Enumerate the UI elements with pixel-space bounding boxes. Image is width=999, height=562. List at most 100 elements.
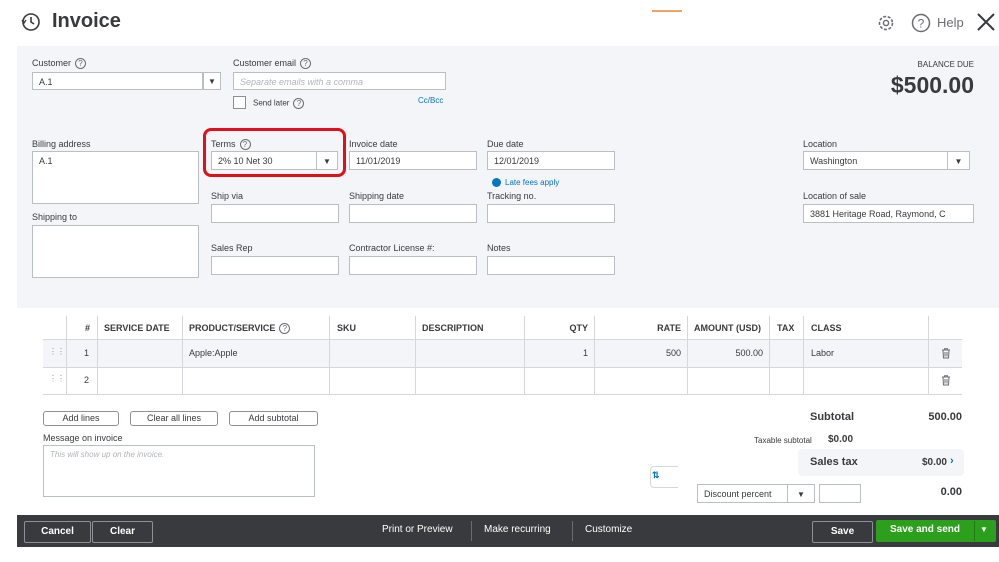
chevron-down-icon: ▼ — [954, 157, 963, 166]
chevron-down-icon: ▼ — [208, 77, 216, 86]
header-bar: Invoice ? Help — [0, 0, 999, 46]
customer-label: Customer? — [32, 58, 87, 70]
row-qty[interactable]: 1 — [524, 348, 588, 358]
progress-indicator — [652, 10, 682, 12]
customer-email-input[interactable]: Separate emails with a comma — [233, 72, 446, 90]
ship-via-input[interactable] — [211, 204, 339, 223]
notes-label: Notes — [487, 243, 511, 253]
gear-icon[interactable] — [876, 13, 896, 33]
column-divider — [803, 316, 804, 394]
col-header-amount: AMOUNT (USD) — [694, 323, 761, 333]
customer-select[interactable]: A.1 — [32, 72, 203, 90]
discount-value-input[interactable] — [819, 484, 861, 503]
col-header-service-date: SERVICE DATE — [104, 323, 170, 333]
col-header-tax: TAX — [777, 323, 795, 333]
discount-type-select[interactable]: Discount percent — [697, 484, 788, 503]
customer-email-label: Customer email? — [233, 58, 312, 70]
info-icon — [492, 178, 501, 187]
table-bottom-divider — [43, 394, 962, 395]
swap-order-icon[interactable]: ⇅ — [652, 470, 660, 481]
help-icon[interactable]: ? — [279, 323, 291, 335]
page-title: Invoice — [52, 10, 121, 32]
sales-tax-label: Sales tax — [810, 456, 858, 468]
col-header-num: # — [85, 323, 91, 333]
column-divider — [97, 316, 98, 394]
balance-due-amount: $500.00 — [890, 72, 974, 98]
recent-transactions-icon[interactable] — [20, 11, 42, 33]
add-lines-button[interactable]: Add lines — [43, 411, 119, 426]
help-label[interactable]: Help — [937, 15, 964, 30]
location-of-sale-input[interactable]: 3881 Heritage Road, Raymond, C — [803, 204, 974, 223]
notes-input[interactable] — [487, 256, 615, 275]
col-header-class: CLASS — [811, 323, 842, 333]
chevron-down-icon[interactable]: ▼ — [980, 525, 988, 534]
customer-dropdown-arrow[interactable]: ▼ — [203, 72, 221, 90]
customize-link[interactable]: Customize — [585, 524, 632, 535]
help-icon[interactable]: ? — [75, 58, 87, 70]
help-icon[interactable]: ? — [300, 58, 312, 70]
clear-button[interactable]: Clear — [92, 521, 153, 543]
sales-rep-label: Sales Rep — [211, 243, 253, 253]
row-product[interactable]: Apple:Apple — [189, 348, 238, 358]
svg-text:?: ? — [918, 17, 925, 31]
split-divider — [974, 521, 975, 541]
help-icon[interactable]: ? — [293, 98, 305, 109]
add-subtotal-button[interactable]: Add subtotal — [229, 411, 318, 426]
location-select[interactable]: Washington — [803, 151, 948, 170]
balance-due-label: BALANCE DUE — [917, 60, 974, 69]
late-fees-link[interactable]: Late fees apply — [505, 178, 559, 187]
col-header-description: DESCRIPTION — [422, 323, 484, 333]
discount-dropdown-arrow[interactable]: ▼ — [787, 484, 815, 503]
cancel-button[interactable]: Cancel — [24, 521, 91, 543]
footer-divider — [572, 521, 573, 541]
shipping-date-label: Shipping date — [349, 191, 405, 201]
col-header-sku: SKU — [337, 323, 357, 333]
col-header-rate: RATE — [657, 323, 681, 333]
contractor-license-input[interactable] — [349, 256, 477, 275]
row-class[interactable]: Labor — [811, 348, 834, 358]
col-header-qty: QTY — [569, 323, 588, 333]
ship-via-label: Ship via — [211, 191, 244, 201]
trash-icon[interactable] — [940, 347, 952, 359]
shipping-to-field[interactable] — [32, 225, 199, 278]
close-icon[interactable] — [975, 11, 997, 33]
table-row-divider — [43, 367, 962, 368]
chevron-right-icon[interactable]: › — [950, 455, 954, 467]
billing-address-field[interactable]: A.1 — [32, 151, 199, 204]
subtotal-value: 500.00 — [928, 411, 962, 423]
contractor-license-label: Contractor License #: — [349, 243, 435, 253]
invoice-date-input[interactable]: 11/01/2019 — [349, 151, 477, 170]
tracking-no-input[interactable] — [487, 204, 615, 223]
due-date-label: Due date — [487, 139, 524, 149]
column-divider — [769, 316, 770, 394]
location-label: Location — [803, 139, 838, 149]
column-divider — [329, 316, 330, 394]
footer-divider — [471, 521, 472, 541]
shipping-to-label: Shipping to — [32, 212, 78, 222]
clear-all-lines-button[interactable]: Clear all lines — [130, 411, 218, 426]
shipping-date-input[interactable] — [349, 204, 477, 223]
column-divider — [66, 316, 67, 394]
make-recurring-link[interactable]: Make recurring — [484, 524, 551, 535]
drag-handle-icon[interactable]: ⋮⋮ — [49, 374, 65, 383]
save-button[interactable]: Save — [812, 521, 873, 543]
print-preview-link[interactable]: Print or Preview — [382, 524, 453, 535]
cc-bcc-link[interactable]: Cc/Bcc — [418, 96, 443, 105]
help-icon[interactable]: ? — [911, 13, 931, 33]
terms-highlight-annotation — [203, 128, 346, 177]
sales-rep-input[interactable] — [211, 256, 339, 275]
discount-amount: 0.00 — [940, 486, 962, 498]
send-later-label: Send later? — [253, 98, 305, 109]
row-number: 1 — [84, 348, 90, 358]
trash-icon[interactable] — [940, 374, 952, 386]
message-input[interactable]: This will show up on the invoice. — [43, 445, 315, 497]
due-date-input[interactable]: 12/01/2019 — [487, 151, 615, 170]
taxable-subtotal-value: $0.00 — [828, 434, 854, 445]
row-rate[interactable]: 500 — [594, 348, 681, 358]
send-later-checkbox[interactable] — [233, 96, 246, 109]
billing-address-label: Billing address — [32, 139, 91, 149]
location-dropdown-arrow[interactable]: ▼ — [947, 151, 970, 170]
drag-handle-icon[interactable]: ⋮⋮ — [49, 347, 65, 356]
row-amount[interactable]: 500.00 — [687, 348, 763, 358]
column-divider — [182, 316, 183, 394]
